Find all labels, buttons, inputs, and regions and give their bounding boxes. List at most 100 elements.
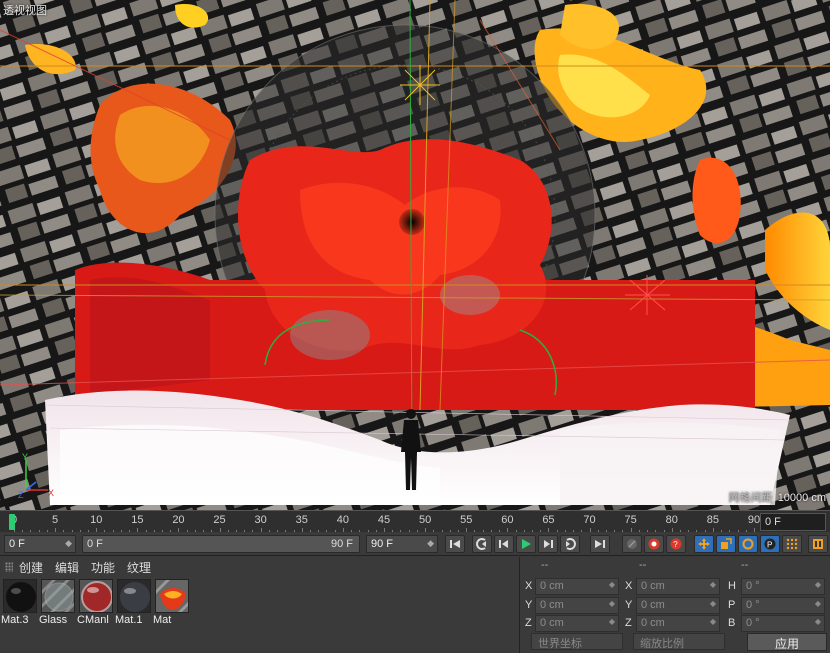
parameter-icon: P — [764, 538, 776, 550]
auto-key-button[interactable]: ? — [666, 535, 686, 553]
timeline-layout-button[interactable] — [808, 535, 828, 553]
tick-label: 75 — [624, 514, 637, 526]
field-value: 0 cm — [641, 617, 665, 629]
stepper-icon[interactable]: ◆ — [815, 580, 821, 589]
rotation-h-field[interactable]: 0 ° ◆ — [741, 578, 825, 595]
coordinate-system-dropdown[interactable]: 世界坐标 — [531, 633, 623, 650]
stepper-icon[interactable]: ◆ — [815, 599, 821, 608]
tick-label: 90 — [747, 514, 761, 526]
coord-label: B — [728, 617, 736, 629]
rotation-p-field[interactable]: 0 ° ◆ — [741, 597, 825, 614]
material-preview — [79, 579, 113, 613]
next-frame-button[interactable] — [538, 535, 558, 553]
coord-row-y: Y 0 cm ◆ Y 0 cm ◆ P 0 ° ◆ — [521, 597, 830, 615]
key-position-button[interactable] — [694, 535, 714, 553]
playhead-handle[interactable] — [9, 514, 15, 530]
panel-grip-icon[interactable] — [5, 562, 13, 572]
ruler-track[interactable]: 051015202530354045505560657075808590 — [8, 511, 760, 533]
rotation-header: -- — [741, 559, 749, 571]
axis-gizmo-icon: Y X Z — [18, 452, 54, 498]
current-frame-field[interactable]: 0 F — [760, 513, 826, 531]
material-name: Glass — [39, 614, 68, 626]
end-frame-field[interactable]: 90 F ◆ — [366, 535, 438, 553]
tick-label: 65 — [542, 514, 555, 526]
transport-bar: 0 F ◆ 0 F 90 F 90 F ◆ ? P — [0, 532, 830, 556]
next-key-button[interactable] — [560, 535, 580, 553]
tick-label: 30 — [254, 514, 267, 526]
grid-spacing-readout: 网格间距 10000 cm — [729, 489, 826, 505]
material-item[interactable]: Mat — [153, 579, 190, 626]
start-frame-value: 0 F — [9, 538, 25, 550]
position-z-field[interactable]: 0 cm ◆ — [535, 615, 619, 632]
svg-text:Y: Y — [22, 452, 28, 462]
prev-key-button[interactable] — [472, 535, 492, 553]
tick-label: 10 — [90, 514, 103, 526]
grid-spacing-label: 网格间距 — [728, 492, 773, 504]
field-value: 0 ° — [746, 617, 760, 629]
timeline-ruler[interactable]: 051015202530354045505560657075808590 0 F — [0, 510, 830, 533]
play-icon — [522, 539, 531, 549]
viewport-scene — [0, 0, 830, 510]
start-frame-field[interactable]: 0 F ◆ — [4, 535, 76, 553]
move-arrows-icon — [698, 538, 710, 550]
stepper-icon[interactable]: ◆ — [710, 617, 716, 626]
tick-label: 85 — [706, 514, 719, 526]
perspective-viewport[interactable]: 透视视图 Y X Z 网格间距 10000 cm — [0, 0, 830, 510]
scale-mode-dropdown[interactable]: 缩放比例 — [633, 633, 725, 650]
range-right-value: 90 F — [330, 538, 353, 550]
stepper-icon[interactable]: ◆ — [65, 538, 72, 549]
tick-label: 35 — [295, 514, 308, 526]
material-item[interactable]: Mat.3 — [1, 579, 38, 626]
stepper-icon[interactable]: ◆ — [815, 617, 821, 626]
stepper-icon[interactable]: ◆ — [427, 538, 434, 549]
dropdown-value: 世界坐标 — [538, 638, 582, 650]
coord-row-z: Z 0 cm ◆ Z 0 cm ◆ B 0 ° ◆ — [521, 615, 830, 633]
size-z-field[interactable]: 0 cm ◆ — [636, 615, 720, 632]
range-left-value: 0 F — [87, 538, 103, 550]
menu-create[interactable]: 创建 — [19, 559, 43, 576]
prev-frame-button[interactable] — [494, 535, 514, 553]
size-y-field[interactable]: 0 cm ◆ — [636, 597, 720, 614]
coordinates-manager: -- -- -- X 0 cm ◆ X 0 cm ◆ H 0 ° ◆ Y 0 cm ◆ … — [521, 557, 830, 653]
menu-texture[interactable]: 纹理 — [127, 559, 151, 576]
key-scale-button[interactable] — [716, 535, 736, 553]
coord-row-x: X 0 cm ◆ X 0 cm ◆ H 0 ° ◆ — [521, 578, 830, 596]
tick-label: 5 — [52, 514, 59, 526]
size-x-field[interactable]: 0 cm ◆ — [636, 578, 720, 595]
svg-text:?: ? — [673, 540, 678, 549]
material-name: CManl — [77, 614, 109, 626]
go-to-start-button[interactable] — [445, 535, 465, 553]
material-item[interactable]: Glass — [39, 579, 76, 626]
go-to-end-button[interactable] — [590, 535, 610, 553]
stepper-icon[interactable]: ◆ — [710, 580, 716, 589]
preview-range-slider[interactable]: 0 F 90 F — [82, 535, 360, 553]
field-value: 0 cm — [641, 599, 665, 611]
record-button[interactable] — [644, 535, 664, 553]
material-preview — [3, 579, 37, 613]
play-button[interactable] — [516, 535, 536, 553]
grid-dots-icon — [786, 538, 798, 550]
prev-frame-icon — [499, 540, 508, 548]
key-parameter-button[interactable]: P — [760, 535, 780, 553]
tick-label: 20 — [172, 514, 185, 526]
material-item[interactable]: Mat.1 — [115, 579, 152, 626]
stepper-icon[interactable]: ◆ — [710, 599, 716, 608]
menu-edit[interactable]: 编辑 — [55, 559, 79, 576]
stepper-icon[interactable]: ◆ — [609, 617, 615, 626]
position-x-field[interactable]: 0 cm ◆ — [535, 578, 619, 595]
tick-label: 45 — [377, 514, 391, 526]
stepper-icon[interactable]: ◆ — [609, 580, 615, 589]
rotation-b-field[interactable]: 0 ° ◆ — [741, 615, 825, 632]
key-pla-button[interactable] — [782, 535, 802, 553]
apply-button[interactable]: 应用 — [747, 633, 827, 651]
material-item[interactable]: CManl — [77, 579, 114, 626]
stepper-icon[interactable]: ◆ — [609, 599, 615, 608]
tick-label: 25 — [213, 514, 226, 526]
material-preview — [117, 579, 151, 613]
go-to-start-icon — [450, 540, 460, 548]
keyframe-selection-button[interactable] — [622, 535, 642, 553]
position-y-field[interactable]: 0 cm ◆ — [535, 597, 619, 614]
menu-function[interactable]: 功能 — [91, 559, 115, 576]
tick-label: 55 — [460, 514, 473, 526]
key-rotation-button[interactable] — [738, 535, 758, 553]
